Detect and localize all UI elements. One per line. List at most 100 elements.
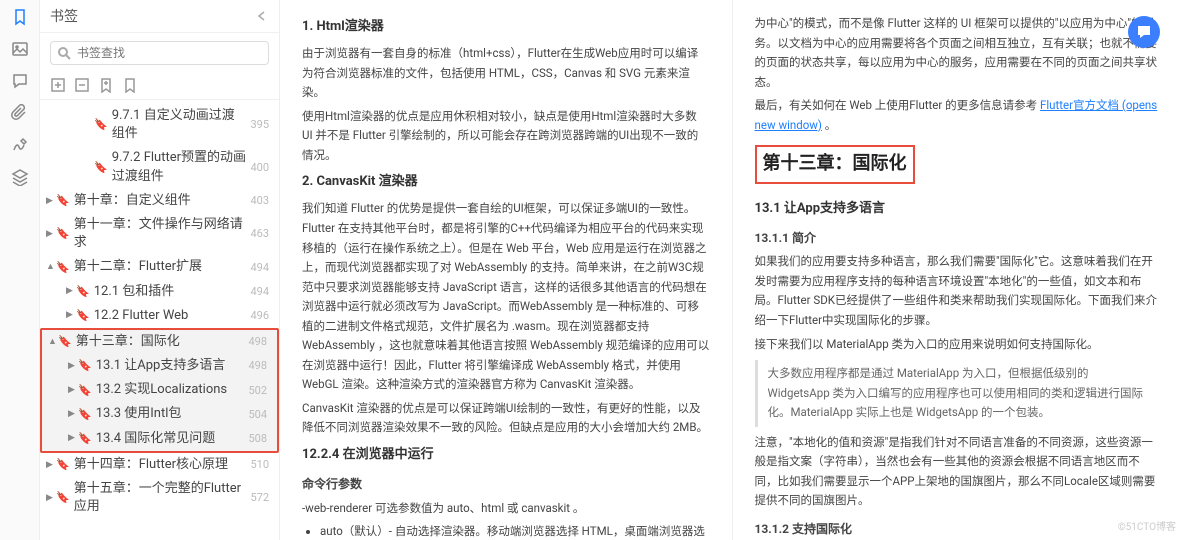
bookmark-tree-item[interactable]: ▶🔖第十一章：文件操作与网络请求463 bbox=[40, 213, 279, 255]
bookmark-page-number: 496 bbox=[250, 308, 269, 323]
arrow-collapsed-icon[interactable]: ▶ bbox=[68, 360, 78, 373]
signature-icon[interactable] bbox=[11, 136, 29, 154]
bookmark-label: 13.3 使用Intl包 bbox=[96, 405, 245, 423]
bookmark-page-number: 498 bbox=[248, 358, 267, 373]
arrow-collapsed-icon[interactable]: ▶ bbox=[68, 432, 78, 445]
arrow-collapsed-icon[interactable]: ▶ bbox=[66, 285, 76, 298]
arrow-collapsed-icon[interactable]: ▶ bbox=[46, 195, 56, 208]
bookmark-tree-item[interactable]: ▶🔖13.4 国际化常见问题508 bbox=[42, 427, 277, 451]
collapse-icon[interactable] bbox=[255, 9, 269, 23]
paragraph: 最后，有关如何在 Web 上使用Flutter 的更多信息请参考 Flutter… bbox=[755, 96, 1163, 135]
bookmark-item-icon: 🔖 bbox=[94, 160, 108, 175]
comment-icon[interactable] bbox=[11, 72, 29, 90]
bookmark-tree-item[interactable]: ▶🔖 13.1 让App支持多语言498 bbox=[42, 354, 277, 378]
bookmark-label: 第十五章：一个完整的Flutter应用 bbox=[74, 480, 247, 516]
paragraph: 为中心"的模式，而不是像 Flutter 这样的 UI 框架可以提供的"以应用为… bbox=[755, 14, 1163, 92]
heading: 2. CanvasKit 渲染器 bbox=[302, 171, 710, 193]
bookmark-page-number: 494 bbox=[250, 284, 269, 299]
bookmark-sidebar: 书签 🔖 9.7.1 自定义动画过渡组件395 🔖 9.7.2 Flutter预置的动… bbox=[40, 0, 280, 540]
paragraph: 如果我们的应用要支持多种语言，那么我们需要"国际化"它。这意味着我们在开发时需要… bbox=[755, 252, 1163, 330]
bookmark-item-icon: 🔖 bbox=[78, 358, 92, 373]
arrow-expanded-icon[interactable]: ▲ bbox=[46, 261, 56, 274]
bookmark-tree-item[interactable]: ▶🔖 第十五章：一个完整的Flutter应用572 bbox=[40, 477, 279, 519]
arrow-collapsed-icon[interactable]: ▶ bbox=[46, 459, 56, 472]
heading: 13.1 让App支持多语言 bbox=[755, 198, 1163, 220]
subheading: 13.1.2 支持国际化 bbox=[755, 519, 1163, 539]
arrow-collapsed-icon[interactable]: ▶ bbox=[68, 408, 78, 421]
paragraph: 接下来我们以 MaterialApp 类为入口的应用来说明如何支持国际化。 bbox=[755, 335, 1163, 355]
heading: 1. Html渲染器 bbox=[302, 16, 710, 38]
chat-icon bbox=[1136, 24, 1152, 40]
paragraph: 由于浏览器有一套自身的标准（html+css），Flutter在生成Web应用时… bbox=[302, 44, 710, 103]
paragraph: CanvasKit 渲染器的优点是可以保证跨端UI绘制的一致性，有更好的性能，以… bbox=[302, 399, 710, 438]
bookmark-item-icon: 🔖 bbox=[94, 117, 108, 132]
bookmark-item-icon: 🔖 bbox=[56, 490, 70, 505]
arrow-collapsed-icon[interactable]: ▶ bbox=[46, 228, 56, 241]
subheading: 13.1.1 简介 bbox=[755, 228, 1163, 248]
highlighted-section: ▲🔖第十三章：国际化498▶🔖13.1 让App支持多语言498▶🔖13.2 实… bbox=[40, 328, 279, 453]
bookmark-item-icon: 🔖 bbox=[56, 193, 70, 208]
search-input[interactable] bbox=[77, 46, 262, 60]
subheading: 命令行参数 bbox=[302, 474, 710, 494]
bookmark-item-icon: 🔖 bbox=[76, 284, 90, 299]
right-document-pane[interactable]: 为中心"的模式，而不是像 Flutter 这样的 UI 框架可以提供的"以应用为… bbox=[732, 0, 1184, 540]
bookmark-label: 第十章：自定义组件 bbox=[74, 192, 247, 210]
paragraph: 我们知道 Flutter 的优势是提供一套自绘的UI框架，可以保证多端UI的一致… bbox=[302, 199, 710, 394]
bookmark-page-number: 510 bbox=[250, 457, 269, 472]
bookmark-icon[interactable] bbox=[11, 8, 29, 26]
bookmark-page-number: 400 bbox=[250, 160, 269, 175]
bookmark-page-number: 463 bbox=[250, 226, 269, 241]
bookmark-outline-icon[interactable] bbox=[122, 77, 138, 93]
bookmark-page-number: 403 bbox=[250, 193, 269, 208]
bookmark-toolbar bbox=[40, 73, 279, 100]
bookmark-page-number: 395 bbox=[250, 117, 269, 132]
expand-all-icon[interactable] bbox=[50, 77, 66, 93]
left-document-pane[interactable]: 1. Html渲染器 由于浏览器有一套自身的标准（html+css），Flutt… bbox=[280, 0, 732, 540]
watermark: ©51CTO博客 bbox=[1118, 519, 1176, 536]
floating-action-button[interactable] bbox=[1128, 16, 1160, 48]
arrow-collapsed-icon[interactable]: ▶ bbox=[66, 309, 76, 322]
bookmark-tree-item[interactable]: ▶🔖 13.3 使用Intl包504 bbox=[42, 402, 277, 426]
arrow-expanded-icon[interactable]: ▲ bbox=[48, 336, 58, 349]
arrow-collapsed-icon[interactable]: ▶ bbox=[46, 492, 56, 505]
bookmark-tree-item[interactable]: 🔖 9.7.1 自定义动画过渡组件395 bbox=[40, 104, 279, 146]
content-area: 1. Html渲染器 由于浏览器有一套自身的标准（html+css），Flutt… bbox=[280, 0, 1184, 540]
bookmark-page-number: 494 bbox=[250, 260, 269, 275]
bookmark-label: 12.2 Flutter Web bbox=[94, 307, 247, 325]
bookmark-label: 第十一章：文件操作与网络请求 bbox=[74, 216, 247, 252]
bookmark-tree-item[interactable]: ▶🔖 12.2 Flutter Web496 bbox=[40, 304, 279, 328]
attachment-icon[interactable] bbox=[11, 104, 29, 122]
bookmark-item-icon: 🔖 bbox=[76, 308, 90, 323]
bookmark-label: 第十三章：国际化 bbox=[76, 333, 245, 351]
left-icon-rail bbox=[0, 0, 40, 540]
bookmark-item-icon: 🔖 bbox=[78, 407, 92, 422]
bookmark-label: 9.7.1 自定义动画过渡组件 bbox=[112, 107, 247, 143]
list-item: auto（默认）- 自动选择渲染器。移动端浏览器选择 HTML，桌面端浏览器选择… bbox=[320, 522, 710, 540]
bookmark-page-number: 504 bbox=[248, 407, 267, 422]
bookmark-item-icon: 🔖 bbox=[78, 431, 92, 446]
bookmark-label: 9.7.2 Flutter预置的动画过渡组件 bbox=[112, 149, 247, 185]
bookmark-tree-item[interactable]: ▶🔖13.2 实现Localizations502 bbox=[42, 378, 277, 402]
chapter-title-highlight: 第十三章：国际化 bbox=[755, 145, 915, 184]
search-box[interactable] bbox=[50, 41, 269, 65]
bookmark-tree: 🔖 9.7.1 自定义动画过渡组件395 🔖 9.7.2 Flutter预置的动画过渡… bbox=[40, 100, 279, 540]
bookmark-tree-item[interactable]: ▲🔖第十三章：国际化498 bbox=[42, 330, 277, 354]
bookmark-label: 13.1 让App支持多语言 bbox=[96, 357, 245, 375]
bookmark-label: 第十四章：Flutter核心原理 bbox=[74, 456, 247, 474]
bookmark-tree-item[interactable]: ▶🔖 第十章：自定义组件403 bbox=[40, 189, 279, 213]
bookmark-tree-item[interactable]: ▲🔖第十二章：Flutter扩展494 bbox=[40, 255, 279, 279]
bookmark-tree-item[interactable]: ▶🔖12.1 包和插件494 bbox=[40, 280, 279, 304]
bullet-list: auto（默认）- 自动选择渲染器。移动端浏览器选择 HTML，桌面端浏览器选择… bbox=[302, 522, 710, 540]
search-icon bbox=[57, 46, 71, 60]
layers-icon[interactable] bbox=[11, 168, 29, 186]
add-bookmark-icon[interactable] bbox=[98, 77, 114, 93]
bookmark-label: 13.4 国际化常见问题 bbox=[96, 430, 245, 448]
bookmark-tree-item[interactable]: ▶🔖第十四章：Flutter核心原理510 bbox=[40, 453, 279, 477]
bookmark-page-number: 572 bbox=[250, 490, 269, 505]
bookmark-tree-item[interactable]: 🔖 9.7.2 Flutter预置的动画过渡组件400 bbox=[40, 146, 279, 188]
bookmark-item-icon: 🔖 bbox=[78, 383, 92, 398]
collapse-all-icon[interactable] bbox=[74, 77, 90, 93]
arrow-collapsed-icon[interactable]: ▶ bbox=[68, 384, 78, 397]
sidebar-header: 书签 bbox=[40, 0, 279, 33]
image-icon[interactable] bbox=[11, 40, 29, 58]
